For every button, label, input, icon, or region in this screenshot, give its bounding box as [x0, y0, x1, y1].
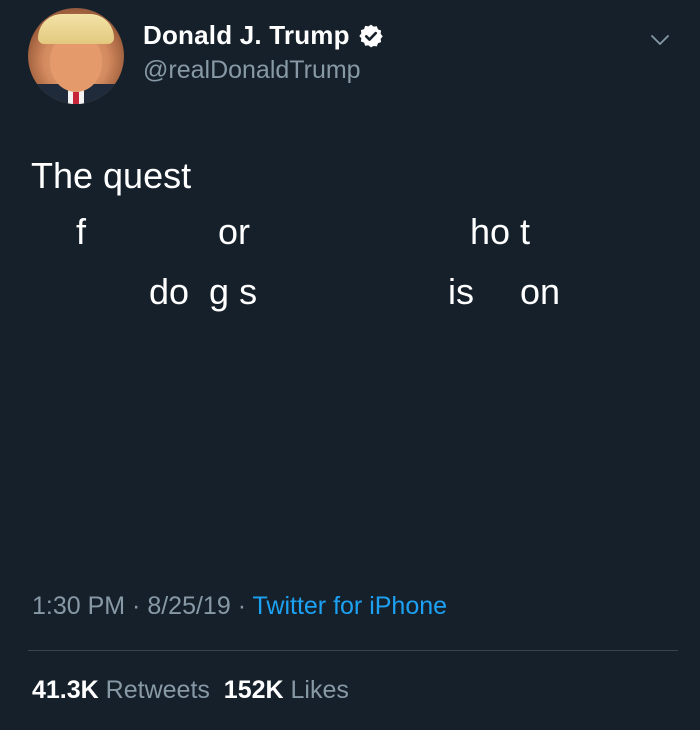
tweet-fragment: is: [448, 271, 474, 312]
tweet-time[interactable]: 1:30 PM: [32, 592, 125, 620]
verified-badge-icon: [358, 24, 383, 47]
tweet-fragment: f: [76, 211, 87, 252]
retweets-count: 41.3K: [32, 676, 99, 704]
tweet-fragment: or: [218, 211, 251, 252]
tweet-fragment: on: [520, 271, 561, 312]
tweet-meta: 1:30 PM · 8/25/19 · Twitter for iPhone: [32, 592, 447, 621]
likes-stat[interactable]: 152K Likes: [224, 676, 349, 704]
retweets-label: Retweets: [105, 676, 210, 704]
divider: [28, 650, 678, 651]
display-name[interactable]: Donald J. Trump: [143, 20, 350, 51]
author-name-row: Donald J. Trump: [143, 20, 384, 51]
tweet-fragment: The quest: [31, 155, 192, 196]
meta-separator: ·: [125, 592, 148, 620]
avatar[interactable]: [28, 8, 124, 104]
tweet-fragment: ho t: [470, 211, 531, 252]
meta-separator: ·: [230, 592, 253, 620]
chevron-down-icon[interactable]: [648, 28, 672, 52]
tweet-stats: 41.3K Retweets 152K Likes: [32, 676, 349, 705]
author-handle[interactable]: @realDonaldTrump: [143, 56, 361, 85]
tweet-card: Donald J. Trump @realDonaldTrump The que…: [0, 0, 700, 730]
retweets-stat[interactable]: 41.3K Retweets: [32, 676, 210, 704]
tweet-source-link[interactable]: Twitter for iPhone: [253, 592, 448, 620]
likes-label: Likes: [290, 676, 349, 704]
avatar-hair: [38, 14, 114, 44]
likes-count: 152K: [223, 676, 284, 704]
avatar-tie: [73, 92, 79, 104]
tweet-fragment: do g s: [149, 271, 258, 312]
tweet-date[interactable]: 8/25/19: [147, 592, 230, 620]
